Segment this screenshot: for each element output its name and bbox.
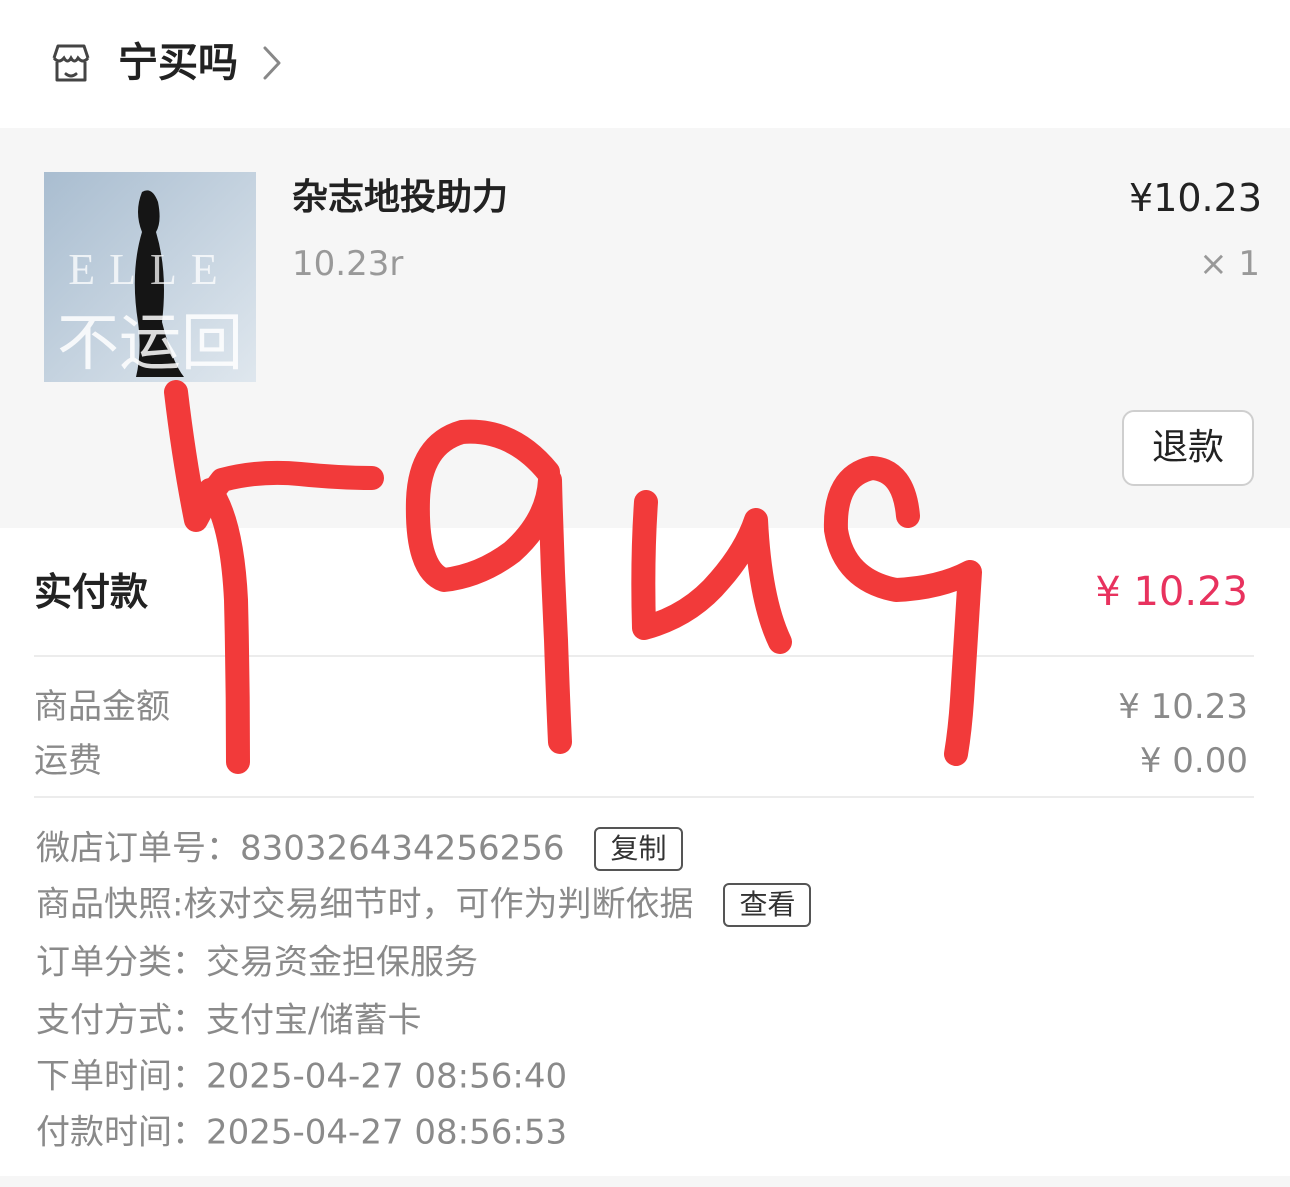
bottom-bar bbox=[0, 1176, 1290, 1187]
product-thumbnail[interactable]: ELLE 不运回 bbox=[44, 172, 256, 382]
divider bbox=[34, 655, 1254, 657]
paid-amount-label: 实付款 bbox=[34, 570, 149, 614]
order-number-label: 微店订单号： bbox=[36, 828, 240, 869]
order-category-row: 订单分类：交易资金担保服务 bbox=[36, 938, 478, 986]
thumbnail-text: 不运回 bbox=[57, 306, 243, 379]
payment-method-value: 支付宝/储蓄卡 bbox=[206, 1000, 422, 1041]
shipping-label: 运费 bbox=[34, 741, 102, 781]
payment-method-label: 支付方式： bbox=[36, 1000, 206, 1041]
product-price: ¥10.23 bbox=[1129, 176, 1262, 220]
view-snapshot-button[interactable]: 查看 bbox=[723, 882, 812, 927]
snapshot-row: 商品快照:核对交易细节时，可作为判断依据 查看 bbox=[36, 880, 812, 928]
shop-name[interactable]: 宁买吗 bbox=[118, 34, 238, 92]
goods-amount-label: 商品金额 bbox=[34, 687, 170, 727]
product-title[interactable]: 杂志地投助力 bbox=[292, 172, 508, 224]
pay-time-row: 付款时间：2025-04-27 08:56:53 bbox=[36, 1108, 567, 1156]
order-number-row: 微店订单号：830326434256256 复制 bbox=[36, 824, 683, 872]
copy-button[interactable]: 复制 bbox=[594, 826, 683, 871]
refund-button[interactable]: 退款 bbox=[1122, 410, 1254, 486]
divider bbox=[34, 796, 1254, 798]
paid-amount-value: ¥ 10.23 bbox=[1095, 569, 1248, 615]
payment-method-row: 支付方式：支付宝/储蓄卡 bbox=[36, 996, 421, 1044]
product-card[interactable]: ELLE 不运回 杂志地投助力 10.23r ¥10.23 × 1 退款 bbox=[0, 128, 1290, 528]
chevron-right-icon[interactable] bbox=[260, 44, 284, 82]
order-category-label: 订单分类： bbox=[36, 942, 206, 983]
pay-time-value: 2025-04-27 08:56:53 bbox=[206, 1112, 568, 1153]
order-time-row: 下单时间：2025-04-27 08:56:40 bbox=[36, 1052, 567, 1100]
shipping-value: ¥ 0.00 bbox=[1139, 741, 1248, 781]
snapshot-value: 核对交易细节时，可作为判断依据 bbox=[183, 884, 694, 925]
thumbnail-brand: ELLE bbox=[68, 245, 232, 294]
product-spec: 10.23r bbox=[292, 244, 404, 284]
snapshot-label: 商品快照: bbox=[36, 884, 184, 925]
pay-time-label: 付款时间： bbox=[36, 1112, 206, 1153]
order-number-value: 830326434256256 bbox=[240, 828, 565, 869]
order-time-label: 下单时间： bbox=[36, 1056, 206, 1097]
store-icon bbox=[52, 44, 90, 82]
product-quantity: × 1 bbox=[1199, 244, 1260, 284]
order-category-value: 交易资金担保服务 bbox=[206, 942, 478, 983]
goods-amount-value: ¥ 10.23 bbox=[1118, 687, 1248, 727]
shop-header[interactable]: 宁买吗 bbox=[0, 0, 1290, 128]
order-time-value: 2025-04-27 08:56:40 bbox=[206, 1056, 568, 1097]
